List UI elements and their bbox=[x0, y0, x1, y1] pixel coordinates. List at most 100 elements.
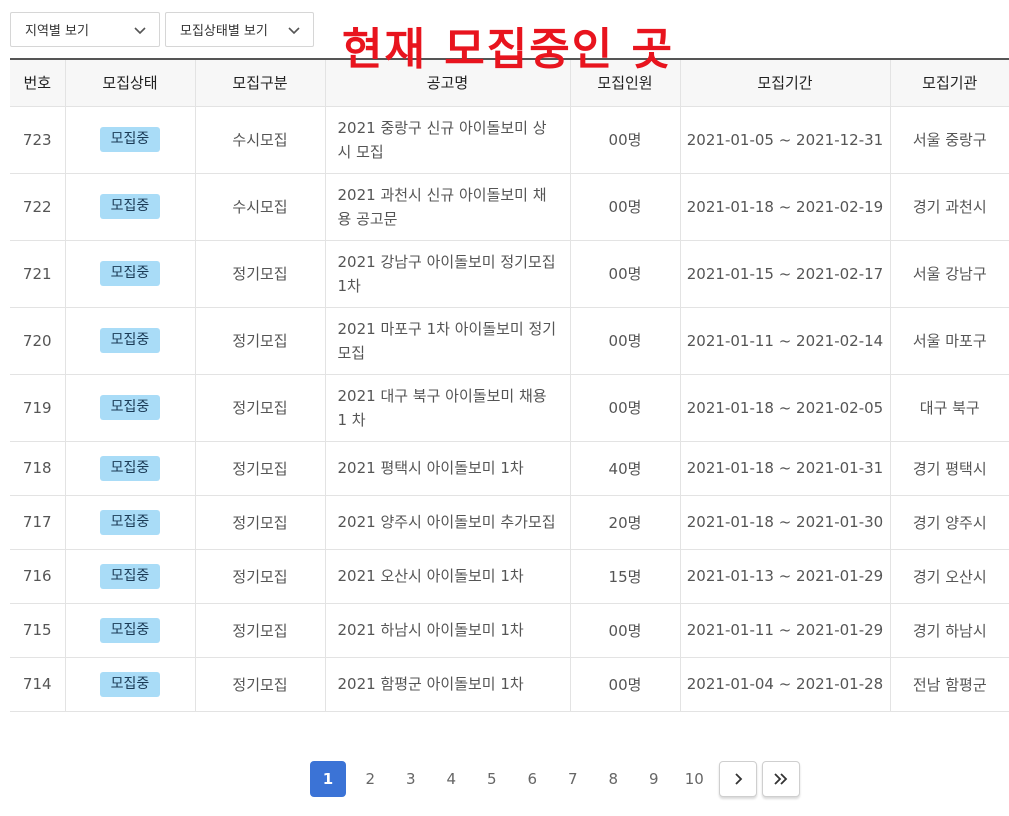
recruit-period: 2021-01-04 ~ 2021-01-28 bbox=[680, 657, 891, 712]
status-badge: 모집중 bbox=[99, 563, 161, 589]
recruit-agency: 서울 마포구 bbox=[890, 307, 1009, 375]
filter-bar: 지역별 보기 모집상태별 보기 bbox=[10, 12, 314, 47]
status-cell: 모집중 bbox=[65, 307, 196, 375]
table-row[interactable]: 720 모집중 정기모집 2021 마포구 1차 아이돌보미 정기 모집 00명 2021… bbox=[10, 307, 1009, 375]
notice-title-link[interactable]: 2021 과천시 신규 아이돌보미 채용 공고문 bbox=[325, 173, 571, 241]
page-2-button[interactable]: 2 bbox=[350, 761, 391, 797]
table-row[interactable]: 714 모집중 정기모집 2021 함평군 아이돌보미 1차 00명 2021-01-04… bbox=[10, 657, 1009, 712]
row-number: 723 bbox=[10, 106, 66, 174]
next-page-button[interactable] bbox=[718, 761, 757, 797]
recruit-count: 00명 bbox=[570, 307, 681, 375]
row-number: 715 bbox=[10, 603, 66, 658]
page-1-button[interactable]: 1 bbox=[310, 761, 346, 797]
recruit-period: 2021-01-05 ~ 2021-12-31 bbox=[680, 106, 891, 174]
recruit-agency: 전남 함평군 bbox=[890, 657, 1009, 712]
notice-title-link[interactable]: 2021 강남구 아이돌보미 정기모집 1차 bbox=[325, 240, 571, 308]
header-status: 모집상태 bbox=[65, 59, 196, 107]
status-badge: 모집중 bbox=[99, 127, 161, 152]
notice-title-link[interactable]: 2021 중랑구 신규 아이돌보미 상시 모집 bbox=[325, 106, 571, 174]
status-cell: 모집중 bbox=[65, 603, 196, 658]
row-number: 719 bbox=[10, 374, 66, 442]
status-badge: 모집중 bbox=[99, 395, 161, 420]
notice-title-link[interactable]: 2021 양주시 아이돌보미 추가모집 bbox=[325, 495, 571, 550]
notice-title-link[interactable]: 2021 오산시 아이돌보미 1차 bbox=[325, 549, 571, 604]
double-chevron-right-icon bbox=[773, 773, 787, 785]
recruit-agency: 서울 강남구 bbox=[890, 240, 1009, 308]
recruit-agency: 경기 양주시 bbox=[890, 495, 1009, 550]
status-filter-label: 모집상태별 보기 bbox=[180, 24, 268, 39]
table-row[interactable]: 717 모집중 정기모집 2021 양주시 아이돌보미 추가모집 20명 2021-01-… bbox=[10, 495, 1009, 550]
table-row[interactable]: 723 모집중 수시모집 2021 중랑구 신규 아이돌보미 상시 모집 00명 2021… bbox=[10, 106, 1009, 174]
status-cell: 모집중 bbox=[65, 106, 196, 174]
page-6-button[interactable]: 6 bbox=[512, 761, 553, 797]
recruit-count: 00명 bbox=[570, 173, 681, 241]
region-filter-select[interactable]: 지역별 보기 bbox=[10, 12, 160, 47]
table-row[interactable]: 721 모집중 정기모집 2021 강남구 아이돌보미 정기모집 1차 00명 2021-… bbox=[10, 240, 1009, 308]
table-row[interactable]: 716 모집중 정기모집 2021 오산시 아이돌보미 1차 15명 2021-01-13… bbox=[10, 549, 1009, 604]
header-type: 모집구분 bbox=[195, 59, 326, 107]
chevron-right-icon bbox=[734, 773, 742, 785]
notice-title-link[interactable]: 2021 하남시 아이돌보미 1차 bbox=[325, 603, 571, 658]
header-agency: 모집기관 bbox=[890, 59, 1009, 107]
status-badge: 모집중 bbox=[99, 617, 161, 643]
table-row[interactable]: 719 모집중 정기모집 2021 대구 북구 아이돌보미 채용 1 차 00명 2021… bbox=[10, 374, 1009, 442]
notice-title-link[interactable]: 2021 함평군 아이돌보미 1차 bbox=[325, 657, 571, 712]
page-5-button[interactable]: 5 bbox=[472, 761, 513, 797]
page-8-button[interactable]: 8 bbox=[593, 761, 634, 797]
recruit-period: 2021-01-18 ~ 2021-01-30 bbox=[680, 495, 891, 550]
recruit-agency: 경기 하남시 bbox=[890, 603, 1009, 658]
recruit-type: 정기모집 bbox=[195, 657, 326, 712]
recruit-period: 2021-01-13 ~ 2021-01-29 bbox=[680, 549, 891, 604]
recruit-count: 00명 bbox=[570, 657, 681, 712]
page-10-button[interactable]: 10 bbox=[674, 761, 715, 797]
header-number: 번호 bbox=[10, 59, 66, 107]
status-badge: 모집중 bbox=[99, 261, 161, 286]
recruit-agency: 대구 북구 bbox=[890, 374, 1009, 442]
row-number: 722 bbox=[10, 173, 66, 241]
recruit-period: 2021-01-18 ~ 2021-01-31 bbox=[680, 441, 891, 496]
status-cell: 모집중 bbox=[65, 240, 196, 308]
recruit-type: 수시모집 bbox=[195, 173, 326, 241]
table-row[interactable]: 722 모집중 수시모집 2021 과천시 신규 아이돌보미 채용 공고문 00명 202… bbox=[10, 173, 1009, 241]
row-number: 714 bbox=[10, 657, 66, 712]
page-3-button[interactable]: 3 bbox=[391, 761, 432, 797]
header-period: 모집기간 bbox=[680, 59, 891, 107]
row-number: 717 bbox=[10, 495, 66, 550]
recruit-count: 40명 bbox=[570, 441, 681, 496]
recruit-type: 정기모집 bbox=[195, 603, 326, 658]
recruit-agency: 경기 과천시 bbox=[890, 173, 1009, 241]
page-9-button[interactable]: 9 bbox=[634, 761, 675, 797]
status-filter-select[interactable]: 모집상태별 보기 bbox=[165, 12, 314, 47]
chevron-down-icon bbox=[134, 26, 146, 34]
status-badge: 모집중 bbox=[99, 328, 161, 353]
page-4-button[interactable]: 4 bbox=[431, 761, 472, 797]
notice-title-link[interactable]: 2021 대구 북구 아이돌보미 채용 1 차 bbox=[325, 374, 571, 442]
table-row[interactable]: 718 모집중 정기모집 2021 평택시 아이돌보미 1차 40명 2021-01-18… bbox=[10, 441, 1009, 496]
notice-title-link[interactable]: 2021 평택시 아이돌보미 1차 bbox=[325, 441, 571, 496]
recruit-period: 2021-01-11 ~ 2021-02-14 bbox=[680, 307, 891, 375]
status-cell: 모집중 bbox=[65, 495, 196, 550]
recruit-period: 2021-01-18 ~ 2021-02-19 bbox=[680, 173, 891, 241]
overlay-annotation-title: 현재 모집중인 곳 bbox=[342, 24, 674, 75]
page-7-button[interactable]: 7 bbox=[553, 761, 594, 797]
status-cell: 모집중 bbox=[65, 657, 196, 712]
last-page-button[interactable] bbox=[761, 761, 800, 797]
status-badge: 모집중 bbox=[99, 509, 161, 535]
recruit-period: 2021-01-11 ~ 2021-01-29 bbox=[680, 603, 891, 658]
recruit-agency: 서울 중랑구 bbox=[890, 106, 1009, 174]
recruit-type: 정기모집 bbox=[195, 441, 326, 496]
status-cell: 모집중 bbox=[65, 549, 196, 604]
recruit-count: 20명 bbox=[570, 495, 681, 550]
recruit-type: 정기모집 bbox=[195, 374, 326, 442]
recruitment-table: 번호 모집상태 모집구분 공고명 모집인원 모집기간 모집기관 723 모집중 수시… bbox=[10, 58, 1009, 712]
region-filter-label: 지역별 보기 bbox=[25, 24, 89, 39]
recruit-count: 00명 bbox=[570, 240, 681, 308]
recruit-count: 15명 bbox=[570, 549, 681, 604]
table-row[interactable]: 715 모집중 정기모집 2021 하남시 아이돌보미 1차 00명 2021-01-11… bbox=[10, 603, 1009, 658]
status-cell: 모집중 bbox=[65, 374, 196, 442]
status-cell: 모집중 bbox=[65, 441, 196, 496]
pagination: 1 2 3 4 5 6 7 8 9 10 bbox=[310, 761, 800, 797]
notice-title-link[interactable]: 2021 마포구 1차 아이돌보미 정기 모집 bbox=[325, 307, 571, 375]
status-badge: 모집중 bbox=[99, 455, 161, 481]
recruit-type: 정기모집 bbox=[195, 307, 326, 375]
